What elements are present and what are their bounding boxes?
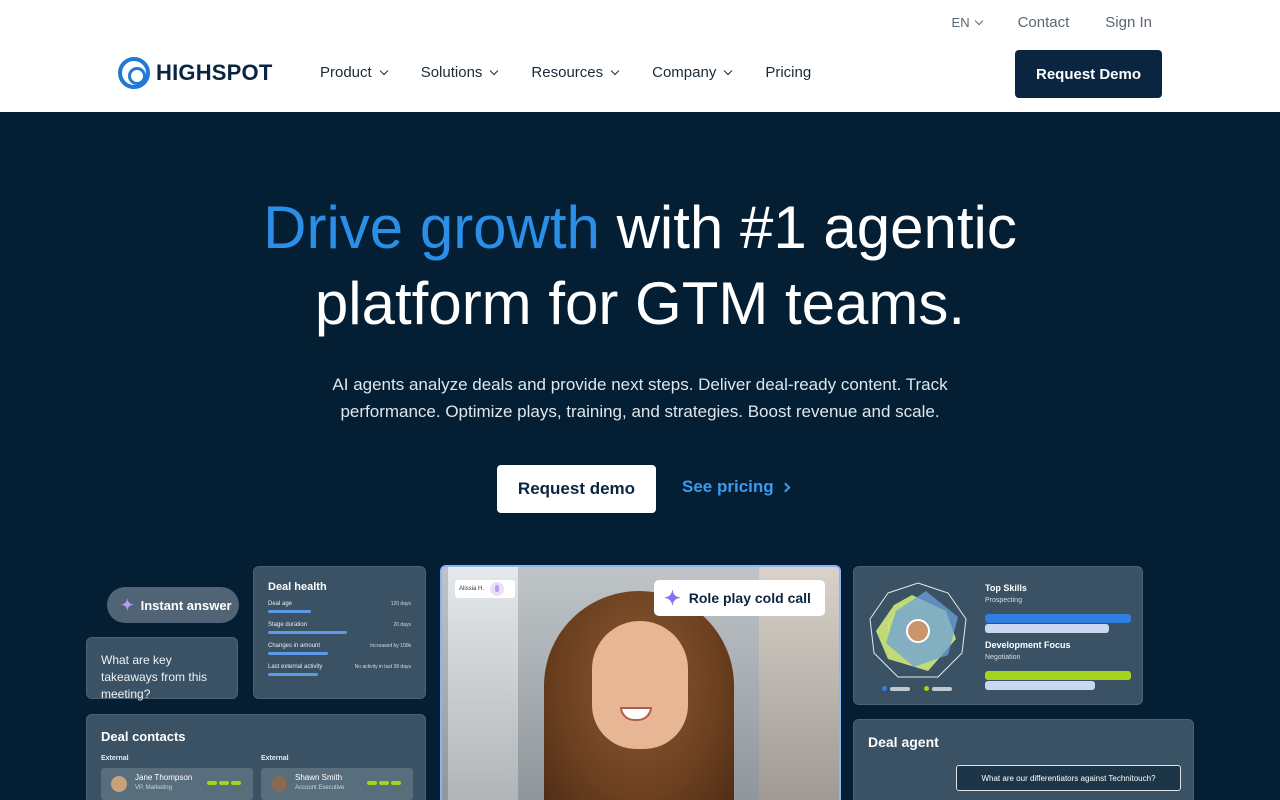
engagement-indicator (207, 781, 241, 785)
skills-card: Top Skills Prospecting Development Focus… (853, 566, 1143, 705)
nav-label: Resources (531, 64, 604, 81)
contact-column: External Shawn Smith Account Executive (261, 755, 413, 800)
language-selector[interactable]: EN (951, 15, 983, 30)
highspot-logo-icon (118, 57, 150, 89)
nav-item-solutions[interactable]: Solutions (420, 64, 499, 81)
nav-item-company[interactable]: Company (652, 64, 733, 81)
nav-label: Company (652, 64, 717, 81)
sparkle-icon: ✦ (121, 597, 134, 614)
deal-health-row: Last external activity No activity in la… (268, 664, 411, 678)
chevron-down-icon (974, 16, 983, 25)
avatar (111, 776, 127, 792)
contact-row: Jane Thompson VP, Marketing (101, 768, 253, 800)
utility-nav: EN Contact Sign In (952, 14, 1152, 31)
hero-title: Drive growth with #1 agentic platform fo… (0, 190, 1280, 342)
row-bar (268, 673, 319, 676)
main-nav: Product Solutions Resources Company Pric… (320, 64, 811, 81)
chevron-down-icon (724, 66, 733, 75)
dev-focus-sub: Negotiation (985, 654, 1021, 661)
role-play-label: Role play cold call (688, 590, 811, 606)
instant-answer-pill: ✦ Instant answer (107, 587, 239, 623)
row-value: 20 days (393, 622, 411, 628)
dev-focus-bar (985, 671, 1131, 680)
logo-text: HIGHSPOT (156, 60, 273, 85)
hero-title-line2: platform for GTM teams. (314, 270, 966, 337)
chevron-down-icon (379, 66, 388, 75)
site-header: EN Contact Sign In HIGHSPOT Product Solu… (0, 0, 1280, 112)
legend-item (882, 686, 910, 691)
hero-request-demo-button[interactable]: Request demo (497, 465, 656, 513)
row-label: Stage duration (268, 622, 308, 628)
hero-subtitle: AI agents analyze deals and provide next… (332, 375, 948, 421)
contact-name: Jane Thompson (135, 773, 193, 782)
contact-column-label: External (261, 755, 289, 762)
deal-contacts-card: Deal contacts External Jane Thompson VP,… (86, 714, 426, 800)
nav-item-pricing[interactable]: Pricing (765, 64, 811, 81)
agent-question-bubble: What are our differentiators against Tec… (956, 765, 1181, 791)
contact-role: VP, Marketing (135, 785, 172, 791)
contact-column-label: External (101, 755, 129, 762)
participant-name: Alissia H. (459, 586, 485, 592)
sign-in-link[interactable]: Sign In (1105, 14, 1152, 31)
radar-legend (882, 686, 952, 691)
language-label: EN (951, 15, 970, 30)
deal-health-row: Stage duration 20 days (268, 622, 411, 636)
participant-name-tag: Alissia H. (455, 580, 515, 598)
row-value: No activity in last 28 days (354, 664, 411, 670)
nav-label: Product (320, 64, 372, 81)
sparkle-icon: ✦ (664, 587, 681, 610)
role-play-badge: ✦ Role play cold call (654, 580, 825, 616)
dev-focus-title: Development Focus (985, 640, 1071, 650)
nav-item-resources[interactable]: Resources (531, 64, 620, 81)
contact-row: Shawn Smith Account Executive (261, 768, 413, 800)
top-skill-bar (985, 614, 1131, 623)
chevron-right-icon (780, 482, 791, 492)
deal-contacts-title: Deal contacts (101, 729, 186, 744)
legend-item (924, 686, 952, 691)
row-label: Last external activity (268, 664, 323, 670)
contact-role: Account Executive (295, 785, 345, 791)
top-skills-sub: Prospecting (985, 597, 1022, 604)
chevron-down-icon (490, 66, 499, 75)
nav-item-product[interactable]: Product (320, 64, 388, 81)
request-demo-button[interactable]: Request Demo (1015, 50, 1162, 98)
nav-label: Solutions (420, 64, 483, 81)
row-label: Deal age (268, 601, 293, 607)
instant-answer-label: Instant answer (140, 597, 232, 613)
row-bar (268, 631, 347, 634)
engagement-indicator (367, 781, 401, 785)
deal-health-card: Deal health Deal age 120 days Stage dura… (253, 566, 426, 699)
top-skill-bar (985, 624, 1109, 633)
row-label: Changes in amount (268, 643, 321, 649)
deal-agent-card: Deal agent What are our differentiators … (853, 719, 1194, 800)
chevron-down-icon (610, 66, 620, 75)
row-value: Increased by 100k (370, 643, 411, 649)
hero-title-accent: Drive growth (263, 194, 600, 261)
see-pricing-label: See pricing (682, 477, 774, 496)
background-window (448, 567, 518, 800)
deal-health-row: Deal age 120 days (268, 601, 411, 615)
dev-focus-bar (985, 681, 1095, 690)
row-value: 120 days (390, 601, 411, 607)
contact-link[interactable]: Contact (1018, 14, 1070, 31)
avatar (271, 776, 287, 792)
nav-label: Pricing (765, 64, 812, 81)
row-bar (268, 652, 329, 655)
deal-agent-title: Deal agent (868, 734, 939, 750)
deal-health-title: Deal health (268, 581, 327, 593)
highspot-logo[interactable]: HIGHSPOT (118, 57, 273, 89)
person-face (592, 621, 688, 749)
microphone-icon (490, 582, 505, 596)
contact-column: External Jane Thompson VP, Marketing (101, 755, 253, 800)
deal-health-row: Changes in amount Increased by 100k (268, 643, 411, 657)
contact-name: Shawn Smith (295, 773, 343, 782)
top-skills-title: Top Skills (985, 583, 1027, 593)
question-card: What are key takeaways from this meeting… (86, 637, 238, 701)
row-bar (268, 610, 311, 613)
question-text: What are key takeaways from this meeting… (101, 653, 208, 701)
hero-title-line1: with #1 agentic (599, 194, 1017, 261)
see-pricing-link[interactable]: See pricing (682, 477, 791, 497)
avatar (906, 619, 930, 643)
